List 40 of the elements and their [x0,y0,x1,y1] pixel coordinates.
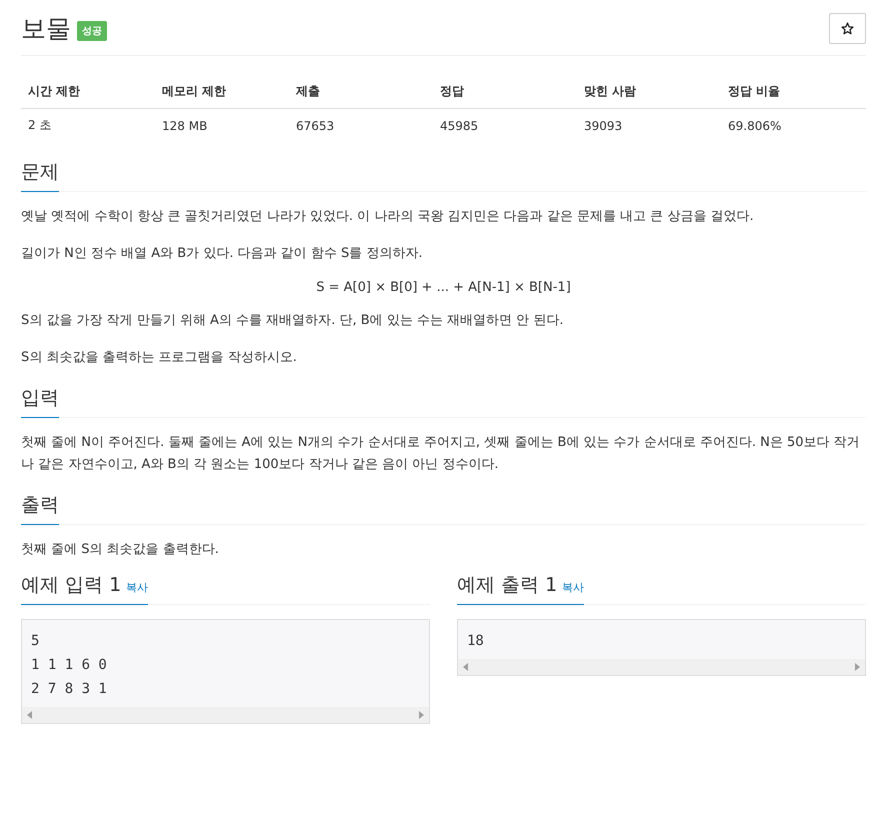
table-cell: 69.806% [721,108,866,143]
code-line: 2 7 8 3 1 [31,680,107,699]
horizontal-scrollbar[interactable] [22,707,429,723]
section-heading: 입력 [21,385,59,418]
sample-heading: 예제 출력 1 [457,573,558,598]
scroll-left-icon[interactable] [463,663,468,671]
sample-heading: 예제 입력 1 [21,573,122,598]
table-cell: 128 MB [155,108,289,143]
favorite-button[interactable] [829,13,866,44]
table-cell: 67653 [289,108,433,143]
column-header: 메모리 제한 [155,78,289,108]
horizontal-scrollbar[interactable] [458,659,865,675]
status-badge: 성공 [77,20,107,40]
paragraph: S의 최솟값을 출력하는 프로그램을 작성하시오. [21,349,298,367]
column-header: 맞힌 사람 [577,78,721,108]
section-heading: 문제 [21,159,59,192]
column-header: 제출 [289,78,433,108]
paragraph: 첫째 줄에 S의 최솟값을 출력한다. [21,541,220,559]
section-heading: 출력 [21,492,59,525]
copy-link[interactable]: 복사 [562,580,584,595]
star-icon [841,22,854,35]
scroll-right-icon[interactable] [855,663,860,671]
column-header: 시간 제한 [21,78,155,108]
code-line: 5 [31,632,40,651]
table-cell: 39093 [577,108,721,143]
column-header: 정답 비율 [721,78,866,108]
copy-link[interactable]: 복사 [126,580,148,595]
problem-title: 보물 [21,13,71,45]
code-line: 1 1 1 6 0 [31,656,107,675]
scroll-left-icon[interactable] [27,711,32,719]
paragraph: 옛날 옛적에 수학이 항상 큰 골칫거리였던 나라가 있었다. 이 나라의 국왕 김지민은 다음과 같은 문제를 내고 큰 상금을 걸었다. [21,208,755,226]
paragraph: 첫째 줄에 N이 주어진다. 둘째 줄에는 A에 있는 N개의 수가 순서대로 주어지고, 셋째 줄에는 B에 있는 수가 순서대로 주어진다. N은 50보다 작거나 같은 자연수이고, A와 B의 각 원소는 100보다 작거나 같은 음이 아닌 정수이다. [21,434,861,474]
paragraph: S의 값을 가장 작게 만들기 위해 A의 수를 재배열하자. 단, B에 있는 수는 재배열하면 안 된다. [21,312,564,330]
paragraph: 길이가 N인 정수 배열 A와 B가 있다. 다음과 같이 함수 S를 정의하자. [21,245,424,263]
column-header: 정답 [433,78,577,108]
table-cell: 45985 [433,108,577,143]
code-line: 18 [467,632,484,651]
scroll-right-icon[interactable] [419,711,424,719]
paragraph: S = A[0] × B[0] + ... + A[N-1] × B[N-1] [315,280,572,295]
table-cell: 2 초 [21,108,155,143]
